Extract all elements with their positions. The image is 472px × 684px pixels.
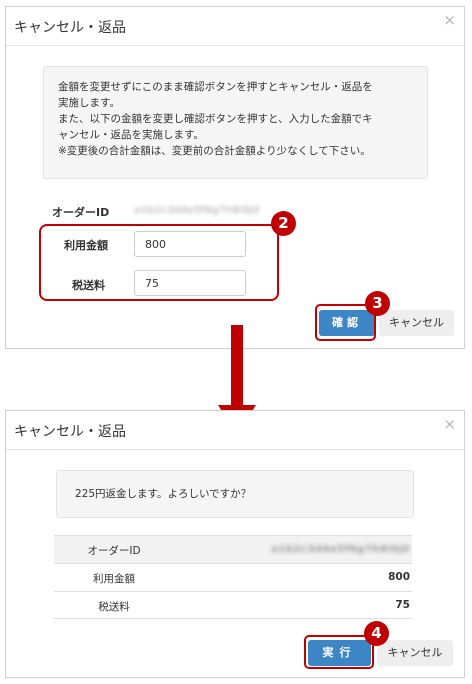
execute-button-highlight [304,635,374,669]
row-value: a1b2c3d4e5f6g7h8i9j0 [271,544,410,555]
row-label: 税送料 [98,601,130,613]
refund-message: 225円返金します。よろしいですか？ [56,470,414,518]
order-id-label: オーダーID [52,206,110,219]
info-line: 金額を変更せずにこのまま確認ボタンを押すとキャンセル・返品を [58,81,373,93]
dialog-title: キャンセル・返品 [14,424,126,440]
order-id-value: a1b2c3d4e5f6g7h8i9j0 [134,205,260,216]
step-3-marker: 3 [365,291,390,316]
info-line: 実施します。 [58,97,120,109]
cancel-button[interactable]: キャンセル [379,310,454,336]
info-message: 金額を変更せずにこのまま確認ボタンを押すとキャンセル・返品を 実施します。 また… [43,66,428,179]
table-row: 税送料 75 [54,591,412,619]
row-label: 利用金額 [93,573,135,585]
info-line: ャンセル・返品を実施します。 [58,129,204,141]
table-row: 利用金額 800 [54,563,412,591]
row-value: 800 [388,571,410,583]
dialog-header: キャンセル・返品 × [6,411,464,450]
close-icon[interactable]: × [443,415,456,433]
refund-message-text: 225円返金します。よろしいですか？ [75,488,252,500]
dialog-header: キャンセル・返品 × [6,7,464,46]
cancel-return-confirm-dialog: キャンセル・返品 × 225円返金します。よろしいですか？ オーダーID a1b… [5,410,465,678]
step-4-marker: 4 [364,621,389,646]
table-row: オーダーID a1b2c3d4e5f6g7h8i9j0 [54,535,412,563]
row-value: 75 [395,599,410,611]
info-line: ※変更後の合計金額は、変更前の合計金額より少なくして下さい。 [58,145,371,157]
cancel-button[interactable]: キャンセル [377,640,453,666]
row-label: オーダーID [87,545,141,557]
summary-table: オーダーID a1b2c3d4e5f6g7h8i9j0 利用金額 800 税送料… [54,535,412,623]
info-line: また、以下の金額を変更し確認ボタンを押すと、入力した金額でキ [58,113,373,125]
close-icon[interactable]: × [443,11,456,29]
amount-fields-highlight [39,224,279,301]
step-2-marker: 2 [271,211,296,236]
dialog-title: キャンセル・返品 [14,20,126,36]
